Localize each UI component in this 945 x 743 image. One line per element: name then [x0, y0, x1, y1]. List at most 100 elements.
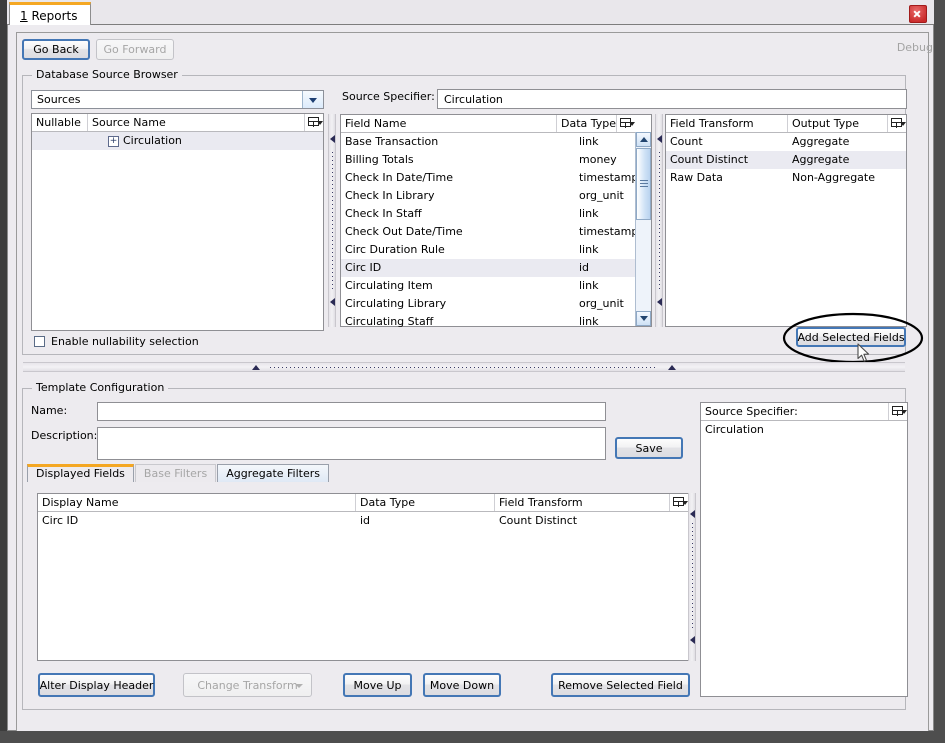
- sources-dropdown[interactable]: Sources: [31, 90, 324, 109]
- table-row[interactable]: Check In Date/Timetimestamp: [341, 169, 635, 187]
- vertical-splitter-left[interactable]: [328, 114, 336, 327]
- table-row[interactable]: Circ Duration Rulelink: [341, 241, 635, 259]
- debug-label: Debug: [897, 41, 933, 54]
- tab-displayed-fields[interactable]: Displayed Fields: [27, 464, 134, 482]
- column-header-source-name[interactable]: Source Name: [88, 114, 305, 131]
- cell-output-type: Non-Aggregate: [788, 169, 906, 187]
- remove-selected-field-label: Remove Selected Field: [558, 679, 683, 692]
- chevron-down-icon[interactable]: [302, 91, 323, 108]
- alter-display-header-button[interactable]: Alter Display Header: [38, 673, 155, 697]
- tab-aggregate-filters[interactable]: Aggregate Filters: [217, 464, 329, 482]
- column-chooser-icon[interactable]: [617, 115, 635, 132]
- cell-data-type: link: [575, 241, 635, 259]
- save-button-label: Save: [635, 442, 662, 455]
- tab-reports[interactable]: 1 Reports: [9, 2, 91, 25]
- table-row[interactable]: Check In Stafflink: [341, 205, 635, 223]
- field-name-table[interactable]: Field Name Data Type Base Transactionlin…: [340, 114, 652, 327]
- column-header-source-specifier[interactable]: Source Specifier:: [701, 403, 889, 420]
- field-name-rows: Base TransactionlinkBilling TotalsmoneyC…: [341, 133, 635, 327]
- column-header-data-type[interactable]: Data Type: [557, 115, 617, 132]
- table-row[interactable]: Circulation: [701, 421, 907, 439]
- move-up-button[interactable]: Move Up: [343, 673, 412, 697]
- table-row[interactable]: Check Out Date/Timetimestamp: [341, 223, 635, 241]
- template-tab-row: Displayed Fields Base Filters Aggregate …: [27, 464, 330, 482]
- tab-reports-label: Reports: [31, 9, 77, 23]
- name-label: Name:: [31, 404, 67, 417]
- scroll-down-icon[interactable]: [636, 311, 651, 326]
- cell-data-type: money: [575, 151, 635, 169]
- source-specifier-value: Circulation: [444, 93, 503, 106]
- name-input[interactable]: [97, 402, 606, 421]
- column-header-field-transform[interactable]: Field Transform: [495, 494, 670, 511]
- splitter-collapse-down-icon[interactable]: [330, 298, 335, 306]
- table-row[interactable]: Base Transactionlink: [341, 133, 635, 151]
- displayed-fields-rows: Circ IDidCount Distinct: [38, 512, 688, 530]
- column-chooser-icon[interactable]: [889, 403, 907, 420]
- horizontal-splitter[interactable]: [23, 362, 905, 372]
- change-transform-button: Change Transform: [183, 673, 312, 697]
- cell-data-type: link: [575, 205, 635, 223]
- cell-field-name: Circ Duration Rule: [341, 241, 575, 259]
- field-transform-table[interactable]: Field Transform Output Type CountAggrega…: [665, 114, 907, 327]
- column-chooser-icon[interactable]: [670, 494, 688, 511]
- application-window: 1 Reports Go Back Go Forward Debug Datab…: [0, 0, 945, 743]
- cell-field-transform: Raw Data: [666, 169, 788, 187]
- column-header-nullable[interactable]: Nullable: [32, 114, 88, 131]
- cell-output-type: Aggregate: [788, 133, 906, 151]
- field-name-scrollbar[interactable]: [635, 132, 651, 326]
- table-row[interactable]: Circulating Itemlink: [341, 277, 635, 295]
- splitter-collapse-up-icon[interactable]: [330, 135, 335, 143]
- table-row[interactable]: Count DistinctAggregate: [666, 151, 906, 169]
- column-chooser-icon[interactable]: [888, 115, 906, 132]
- column-header-field-transform[interactable]: Field Transform: [666, 115, 788, 132]
- sources-tree-table[interactable]: Nullable Source Name +Circulation: [31, 113, 324, 331]
- close-icon[interactable]: [909, 5, 927, 23]
- displayed-fields-table[interactable]: Display Name Data Type Field Transform C…: [37, 493, 689, 661]
- go-forward-button: Go Forward: [96, 39, 174, 60]
- cell-field-name: Circulating Library: [341, 295, 575, 313]
- table-row[interactable]: +Circulation: [32, 132, 323, 150]
- column-header-output-type[interactable]: Output Type: [788, 115, 888, 132]
- enable-nullability-selection-row[interactable]: Enable nullability selection: [34, 335, 199, 348]
- source-specifier-input[interactable]: Circulation: [437, 89, 907, 109]
- table-row[interactable]: Circulating Stafflink: [341, 313, 635, 327]
- column-header-display-name[interactable]: Display Name: [38, 494, 356, 511]
- description-input[interactable]: [97, 427, 606, 460]
- go-back-button[interactable]: Go Back: [22, 39, 90, 60]
- scrollbar-thumb[interactable]: [636, 148, 651, 220]
- enable-nullability-label: Enable nullability selection: [51, 335, 199, 348]
- source-specifier-panel-rows: Circulation: [701, 421, 907, 439]
- table-row[interactable]: Raw DataNon-Aggregate: [666, 169, 906, 187]
- column-chooser-icon[interactable]: [305, 114, 323, 131]
- table-row[interactable]: Circ IDidCount Distinct: [38, 512, 688, 530]
- cell-field-transform: Count: [666, 133, 788, 151]
- save-button[interactable]: Save: [615, 437, 683, 459]
- tree-expander-icon[interactable]: +: [108, 136, 119, 147]
- cell-field-name: Check In Date/Time: [341, 169, 575, 187]
- vertical-splitter-right[interactable]: [655, 114, 663, 327]
- remove-selected-field-button[interactable]: Remove Selected Field: [551, 673, 690, 697]
- splitter-collapse-down-icon[interactable]: [657, 298, 662, 306]
- scroll-up-icon[interactable]: [636, 132, 651, 147]
- table-row[interactable]: CountAggregate: [666, 133, 906, 151]
- column-header-field-name[interactable]: Field Name: [341, 115, 557, 132]
- table-row[interactable]: Circ IDid: [341, 259, 635, 277]
- table-row[interactable]: Billing Totalsmoney: [341, 151, 635, 169]
- vertical-splitter-bottom[interactable]: [688, 493, 696, 661]
- splitter-collapse-down-icon[interactable]: [690, 636, 695, 644]
- cell-data-type: id: [356, 512, 495, 530]
- splitter-collapse-left-icon[interactable]: [252, 365, 260, 370]
- splitter-collapse-up-icon[interactable]: [657, 135, 662, 143]
- source-specifier-panel[interactable]: Source Specifier: Circulation: [700, 402, 908, 697]
- enable-nullability-checkbox[interactable]: [34, 336, 45, 347]
- column-header-data-type[interactable]: Data Type: [356, 494, 495, 511]
- sources-tree-header: Nullable Source Name: [32, 114, 323, 132]
- add-selected-fields-button[interactable]: Add Selected Fields: [796, 327, 906, 347]
- cell-field-name: Check In Staff: [341, 205, 575, 223]
- table-row[interactable]: Circulating Libraryorg_unit: [341, 295, 635, 313]
- splitter-collapse-up-icon[interactable]: [690, 510, 695, 518]
- table-row[interactable]: Check In Libraryorg_unit: [341, 187, 635, 205]
- cell-data-type: id: [575, 259, 635, 277]
- splitter-collapse-right-icon[interactable]: [668, 365, 676, 370]
- move-down-button[interactable]: Move Down: [423, 673, 501, 697]
